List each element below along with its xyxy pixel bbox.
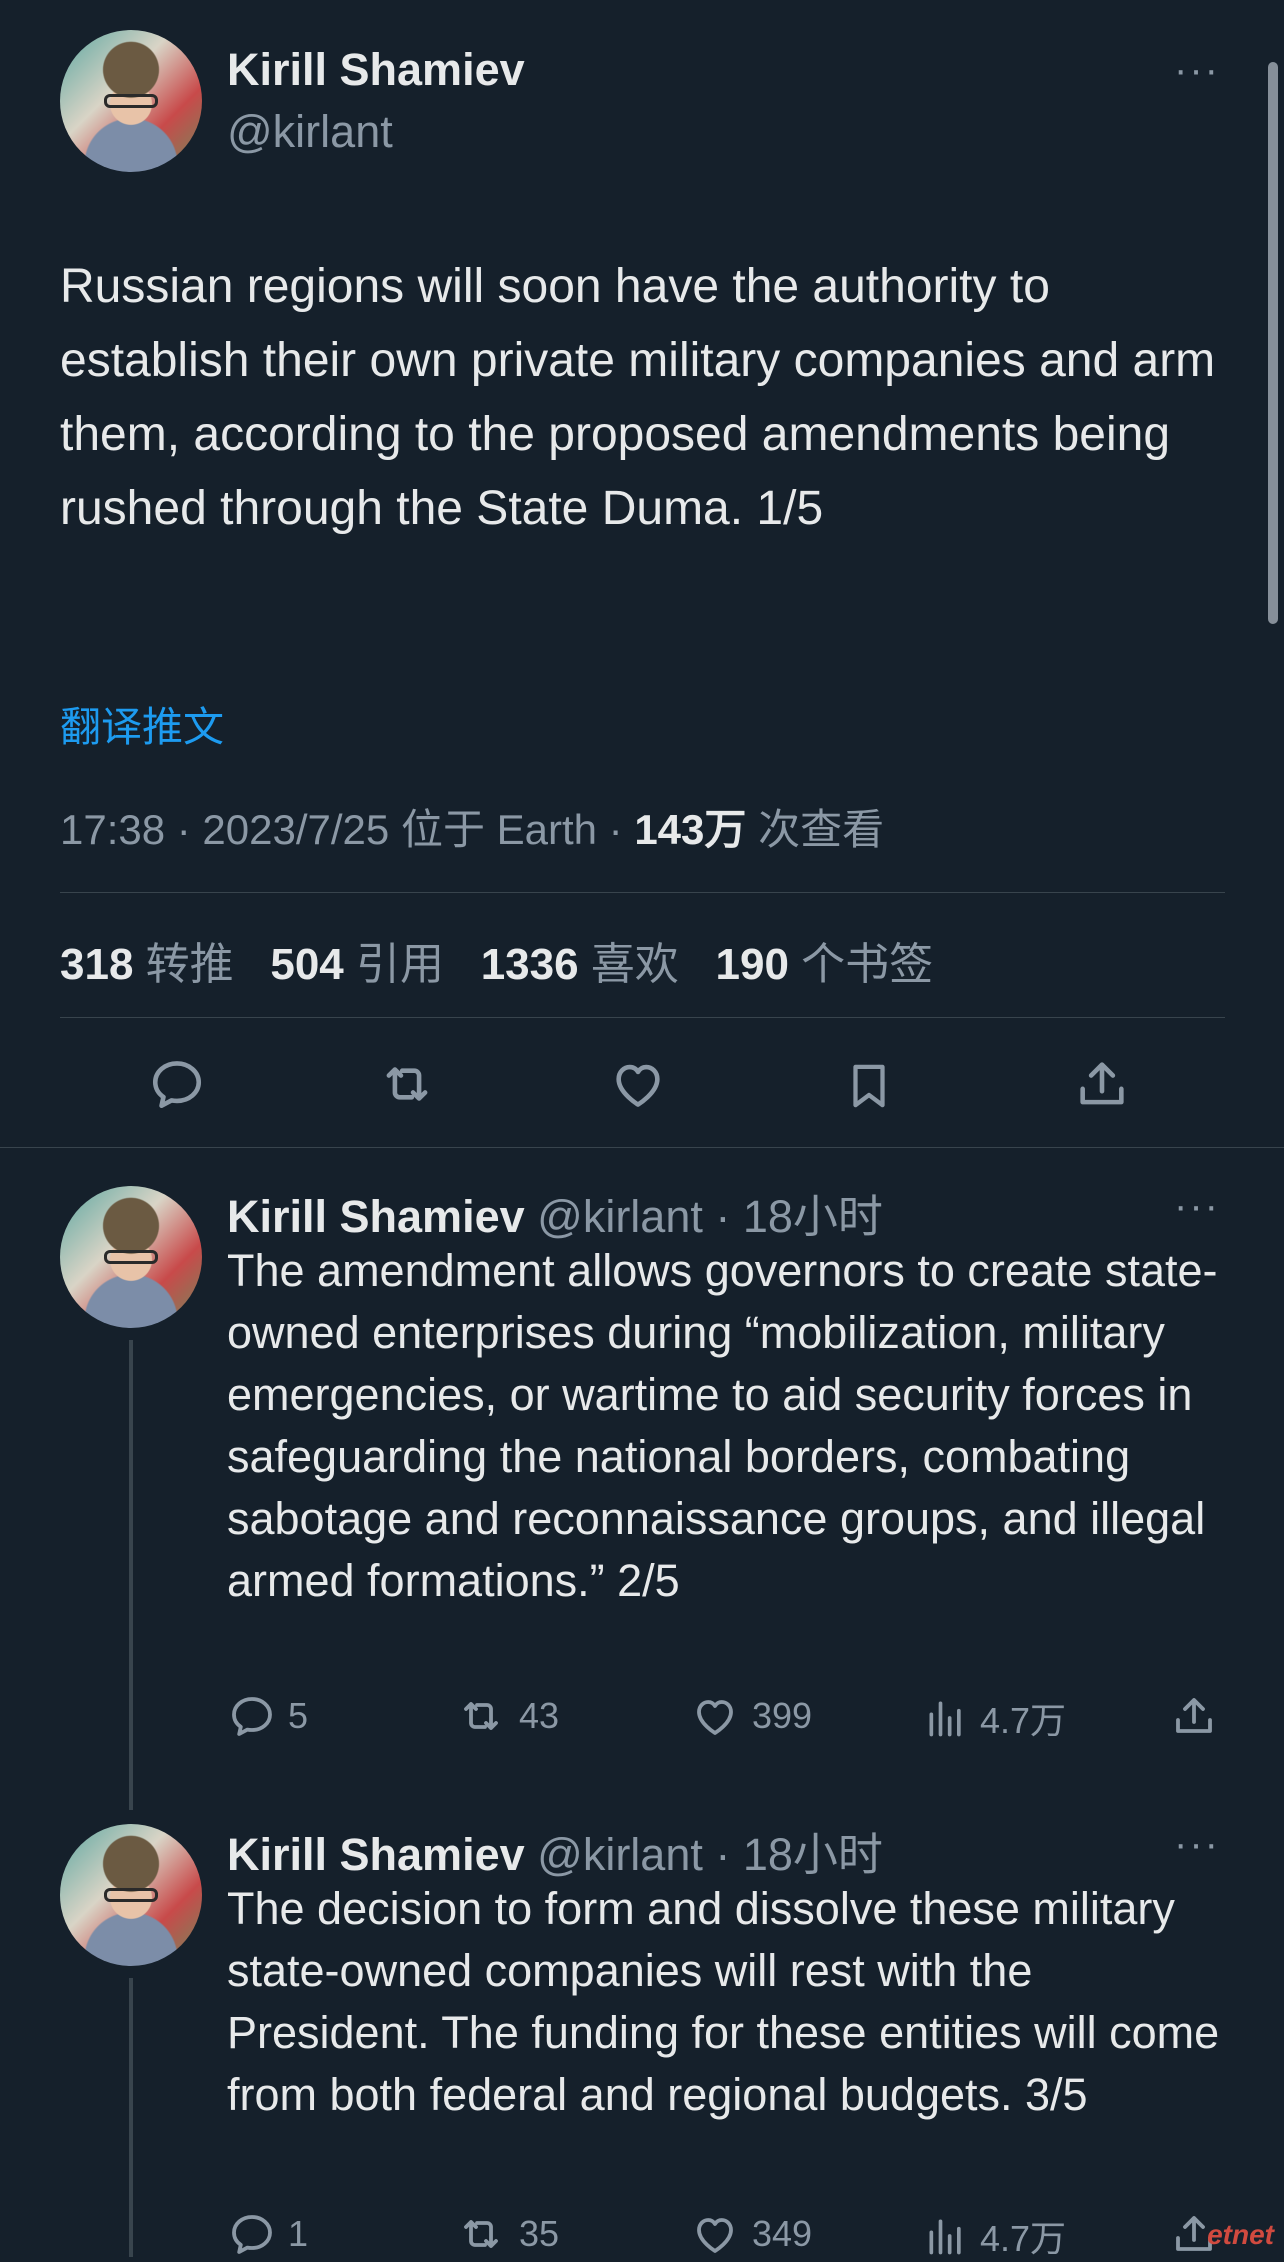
author-handle[interactable]: @kirlant: [227, 106, 393, 158]
bookmarks-count: 190: [715, 940, 789, 989]
divider: [60, 892, 1225, 893]
heart-icon: [697, 2218, 733, 2253]
likes-count: 1336: [480, 940, 579, 989]
author-name[interactable]: Kirill Shamiev: [227, 1829, 525, 1880]
retweet-button[interactable]: 43: [455, 1692, 559, 1740]
bar-chart-icon: [929, 1701, 961, 1737]
views-count: 4.7万: [980, 2218, 1067, 2259]
reply-button[interactable]: [148, 1055, 206, 1113]
reply-button[interactable]: 5: [228, 1692, 308, 1740]
reply-header: Kirill Shamiev @kirlant · 18小时: [227, 1180, 883, 1245]
avatar-glasses: [104, 1888, 158, 1902]
watermark-logo: etnet: [1207, 2219, 1274, 2250]
retweet-icon: [464, 2220, 498, 2248]
reply-count: 1: [288, 2213, 309, 2254]
view-count: 143万: [634, 806, 747, 853]
scrollbar[interactable]: [1268, 62, 1278, 624]
author-avatar[interactable]: [60, 30, 202, 172]
reply-button[interactable]: 1: [228, 2210, 308, 2258]
retweets-count: 318: [60, 940, 134, 989]
retweet-count: 43: [519, 1695, 560, 1736]
main-tweet-text: Russian regions will soon have the autho…: [60, 260, 1216, 535]
reply-header: Kirill Shamiev @kirlant · 18小时: [227, 1818, 883, 1883]
heart-icon: [616, 1064, 660, 1107]
more-options-icon[interactable]: ···: [1174, 50, 1220, 90]
views-button[interactable]: 4.7万: [924, 2210, 1066, 2262]
tweet-meta: 17:38 · 2023/7/25 位于 Earth · 143万 次查看: [60, 796, 884, 857]
reply-text: The amendment allows governors to create…: [227, 1245, 1218, 1606]
like-count: 399: [752, 1695, 813, 1736]
like-button[interactable]: [608, 1055, 668, 1113]
handle-time[interactable]: @kirlant · 18小时: [537, 1829, 883, 1880]
quotes-stat[interactable]: 504 引用: [270, 940, 444, 989]
heart-icon: [697, 1700, 733, 1735]
reply-count: 5: [288, 1695, 309, 1736]
likes-label: 喜欢: [590, 940, 679, 989]
views-count: 4.7万: [980, 1700, 1067, 1741]
retweet-button[interactable]: 35: [455, 2210, 559, 2258]
more-options-icon[interactable]: ···: [1174, 1186, 1220, 1226]
bar-chart-icon: [929, 2219, 961, 2255]
like-count: 349: [752, 2213, 813, 2254]
engagement-stats: 318 转推 504 引用 1336 喜欢 190 个书签: [60, 928, 933, 992]
reply-icon: [232, 1697, 272, 1736]
bookmarks-label: 个书签: [801, 940, 934, 989]
author-avatar[interactable]: [60, 1824, 202, 1966]
avatar-glasses: [104, 94, 158, 108]
bookmark-icon: [853, 1064, 885, 1108]
like-button[interactable]: 349: [690, 2210, 812, 2258]
tweet-timestamp[interactable]: 17:38 · 2023/7/25 位于 Earth ·: [60, 806, 634, 853]
retweet-icon: [386, 1067, 428, 1101]
quotes-count: 504: [270, 940, 344, 989]
divider: [0, 1147, 1284, 1148]
retweet-button[interactable]: [376, 1055, 438, 1113]
author-name[interactable]: Kirill Shamiev: [227, 1191, 525, 1242]
share-button[interactable]: [1073, 1055, 1131, 1113]
reply-icon: [152, 1061, 202, 1109]
author-avatar[interactable]: [60, 1186, 202, 1328]
bookmarks-stat[interactable]: 190 个书签: [716, 940, 934, 989]
author-name[interactable]: Kirill Shamiev: [227, 44, 525, 96]
like-button[interactable]: 399: [690, 1692, 812, 1740]
retweets-label: 转推: [145, 940, 234, 989]
likes-stat[interactable]: 1336 喜欢: [481, 940, 679, 989]
quotes-label: 引用: [356, 940, 444, 989]
thread-line: [129, 1340, 133, 1810]
share-button[interactable]: [1170, 1692, 1218, 1740]
handle-time[interactable]: @kirlant · 18小时: [537, 1191, 883, 1242]
retweet-icon: [464, 1702, 498, 1730]
share-icon: [1176, 1698, 1212, 1733]
more-options-icon[interactable]: ···: [1174, 1824, 1220, 1864]
retweet-count: 35: [519, 2213, 560, 2254]
thread-line: [129, 1978, 133, 2257]
reply-icon: [232, 2215, 272, 2254]
translate-tweet-link[interactable]: 翻译推文: [60, 693, 224, 753]
avatar-glasses: [104, 1250, 158, 1264]
retweets-stat[interactable]: 318 转推: [60, 940, 234, 989]
reply-text: The decision to form and dissolve these …: [227, 1883, 1220, 2120]
share-icon: [1080, 1062, 1124, 1105]
divider: [60, 1017, 1225, 1018]
view-count-label: 次查看: [746, 806, 885, 853]
views-button[interactable]: 4.7万: [924, 1692, 1066, 1744]
bookmark-button[interactable]: [842, 1055, 896, 1117]
